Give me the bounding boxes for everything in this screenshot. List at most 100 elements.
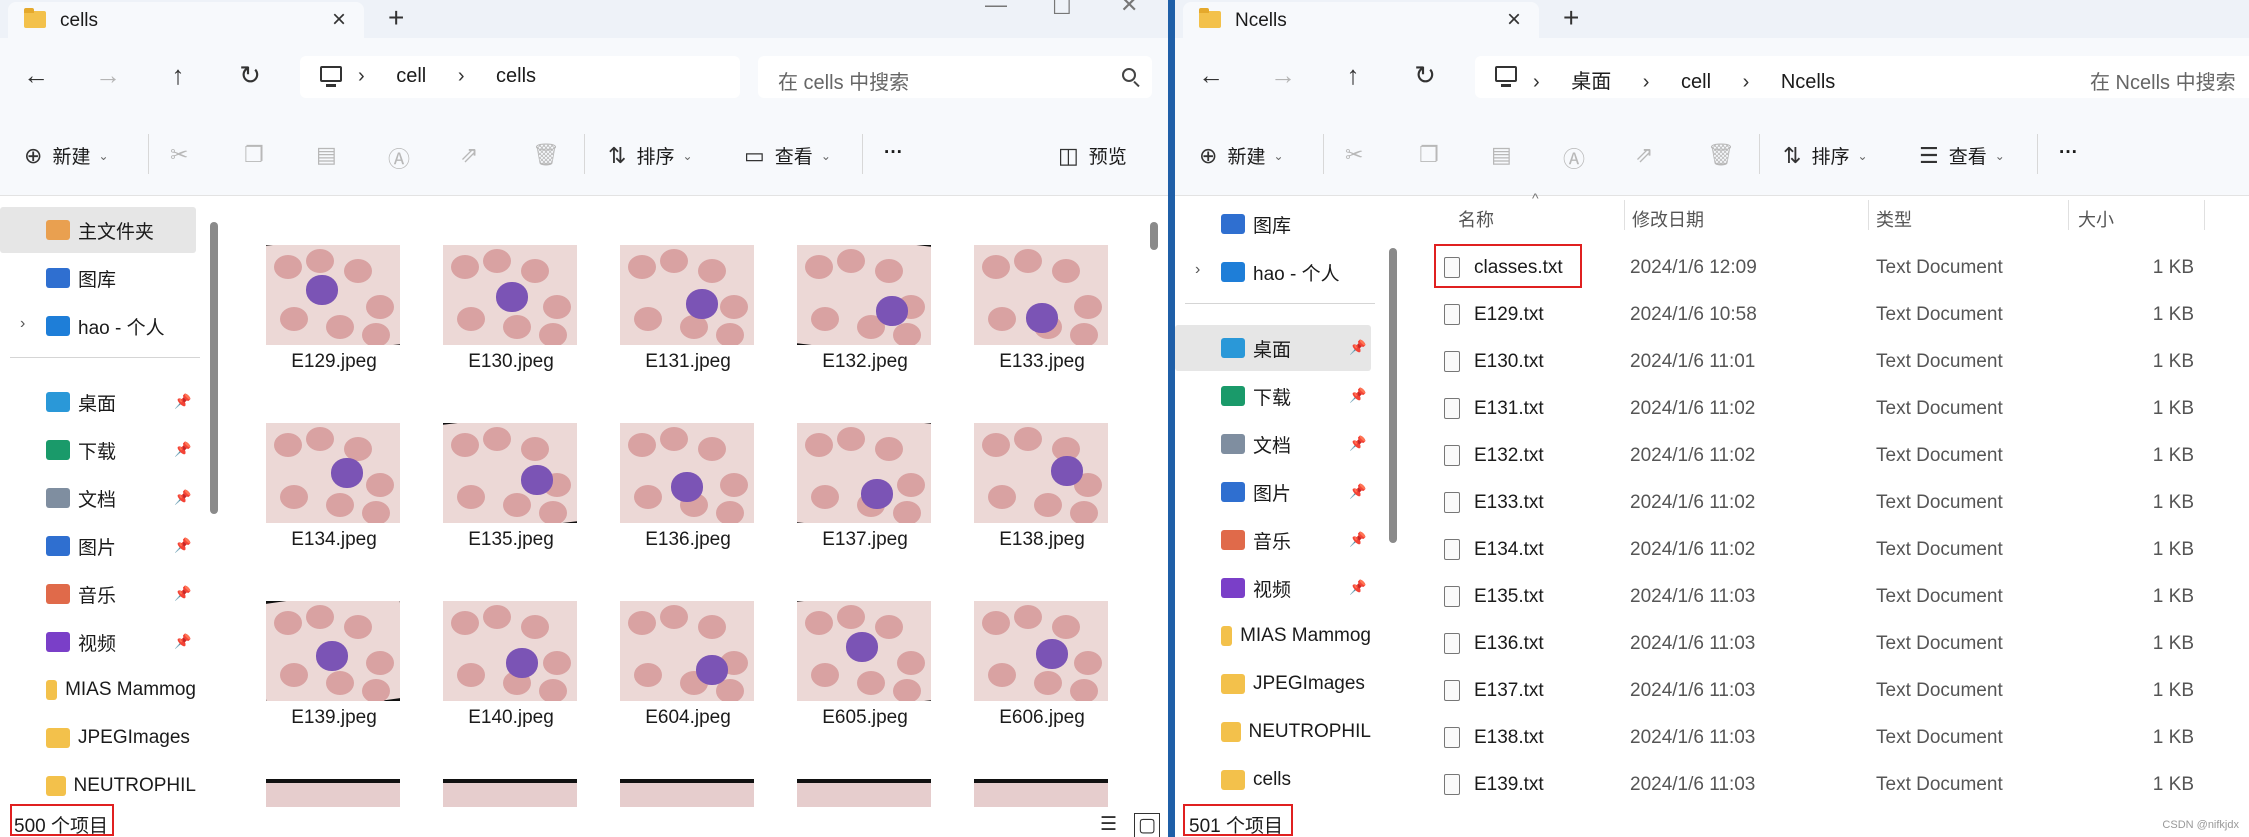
delete-button[interactable]: 🗑 <box>532 142 570 168</box>
sidebar-item[interactable]: 音乐 📌 <box>1175 517 1371 563</box>
file-row[interactable]: E130.txt 2024/1/6 11:01 Text Document 1 KB <box>1430 342 2210 382</box>
file-thumbnail[interactable]: E129.jpeg <box>246 225 412 385</box>
file-thumbnail[interactable]: E138.jpeg <box>954 403 1120 563</box>
file-row[interactable]: E136.txt 2024/1/6 11:03 Text Document 1 KB <box>1430 624 2210 664</box>
file-thumbnail-partial[interactable] <box>443 779 577 807</box>
more-options-button[interactable]: ··· <box>2059 142 2078 164</box>
file-row[interactable]: E137.txt 2024/1/6 11:03 Text Document 1 KB <box>1430 671 2210 711</box>
preview-button[interactable]: ◫ 预览 <box>1058 142 1127 169</box>
refresh-button[interactable]: ↻ <box>1407 60 1443 91</box>
file-thumbnail[interactable]: E139.jpeg <box>246 581 412 741</box>
close-tab-icon[interactable]: × <box>1507 6 1521 34</box>
breadcrumb-item[interactable]: 桌面 <box>1571 71 1611 93</box>
file-thumbnail[interactable]: E130.jpeg <box>423 225 589 385</box>
file-thumbnail[interactable]: E136.jpeg <box>600 403 766 563</box>
back-button[interactable]: ← <box>18 60 54 91</box>
sidebar-item[interactable]: 文档 📌 <box>1175 421 1371 467</box>
copy-button[interactable]: ❐ <box>244 142 274 168</box>
search-box[interactable]: 在 cells 中搜索 <box>758 56 1152 98</box>
sidebar-item[interactable]: › hao - 个人 <box>0 303 196 349</box>
column-header-name[interactable]: 名称 <box>1458 206 1494 232</box>
file-thumbnail[interactable]: E604.jpeg <box>600 581 766 741</box>
share-button[interactable]: ⇗ <box>1635 142 1663 168</box>
sidebar-item[interactable]: 图库 <box>0 255 196 301</box>
new-button[interactable]: ⊕ 新建 ⌄ <box>24 142 109 169</box>
file-row[interactable]: E139.txt 2024/1/6 11:03 Text Document 1 KB <box>1430 765 2210 805</box>
sidebar-item[interactable]: 主文件夹 <box>0 207 196 253</box>
copy-button[interactable]: ❐ <box>1419 142 1449 168</box>
sidebar-item[interactable]: › hao - 个人 <box>1175 249 1371 295</box>
column-header-date[interactable]: 修改日期 <box>1632 206 1704 232</box>
sort-button[interactable]: ⇅ 排序 ⌄ <box>608 142 693 169</box>
rename-button[interactable]: Ⓐ <box>388 142 420 174</box>
tab-ncells[interactable]: Ncells × <box>1183 2 1539 38</box>
cut-button[interactable]: ✂ <box>170 142 198 168</box>
minimize-icon[interactable]: — <box>985 0 1007 18</box>
file-thumbnail-partial[interactable] <box>974 779 1108 807</box>
sidebar-item[interactable]: NEUTROPHIL <box>0 763 196 807</box>
file-row[interactable]: E134.txt 2024/1/6 11:02 Text Document 1 KB <box>1430 530 2210 570</box>
sidebar-item[interactable]: 图片 📌 <box>1175 469 1371 515</box>
sidebar-item[interactable]: 下载 📌 <box>0 427 196 473</box>
sort-button[interactable]: ⇅ 排序 ⌄ <box>1783 142 1868 169</box>
file-row[interactable]: E129.txt 2024/1/6 10:58 Text Document 1 KB <box>1430 295 2210 335</box>
cut-button[interactable]: ✂ <box>1345 142 1373 168</box>
forward-button[interactable]: → <box>90 60 126 91</box>
refresh-button[interactable]: ↻ <box>232 60 268 91</box>
paste-button[interactable]: ▤ <box>1491 142 1522 168</box>
file-row[interactable]: E131.txt 2024/1/6 11:02 Text Document 1 KB <box>1430 389 2210 429</box>
sidebar-item[interactable]: MIAS Mammog <box>1175 613 1371 659</box>
file-thumbnail[interactable]: E137.jpeg <box>777 403 943 563</box>
sidebar-scrollbar[interactable] <box>1389 248 1397 543</box>
expand-chevron-icon[interactable]: › <box>1195 261 1200 279</box>
file-thumbnail[interactable]: E132.jpeg <box>777 225 943 385</box>
breadcrumb-item[interactable]: cells <box>496 65 536 87</box>
more-options-button[interactable]: ··· <box>884 142 903 164</box>
file-row[interactable]: E135.txt 2024/1/6 11:03 Text Document 1 KB <box>1430 577 2210 617</box>
sidebar-item[interactable]: JPEGImages <box>1175 661 1371 707</box>
breadcrumb-item[interactable]: Ncells <box>1781 71 1835 93</box>
column-header-size[interactable]: 大小 <box>2078 206 2114 232</box>
file-thumbnail[interactable]: E140.jpeg <box>423 581 589 741</box>
file-thumbnail[interactable]: E133.jpeg <box>954 225 1120 385</box>
file-thumbnail-partial[interactable] <box>620 779 754 807</box>
delete-button[interactable]: 🗑 <box>1707 142 1745 168</box>
close-window-icon[interactable]: ✕ <box>1120 0 1138 18</box>
file-row[interactable]: E132.txt 2024/1/6 11:02 Text Document 1 KB <box>1430 436 2210 476</box>
sidebar-item[interactable]: NEUTROPHIL <box>1175 709 1371 755</box>
sidebar-item[interactable]: MIAS Mammog <box>0 667 196 713</box>
sidebar-item[interactable]: 图片 📌 <box>0 523 196 569</box>
sidebar-item[interactable]: JPEGImages <box>0 715 196 761</box>
view-button[interactable]: ▭ 查看 ⌄ <box>744 142 831 169</box>
file-row[interactable]: classes.txt 2024/1/6 12:09 Text Document 1 … <box>1430 244 2210 288</box>
file-row[interactable]: E138.txt 2024/1/6 11:03 Text Document 1 KB <box>1430 718 2210 758</box>
breadcrumb-item[interactable]: cell <box>396 65 426 87</box>
sidebar-item[interactable]: 视频 📌 <box>1175 565 1371 611</box>
file-thumbnail[interactable]: E131.jpeg <box>600 225 766 385</box>
expand-chevron-icon[interactable]: › <box>20 315 25 333</box>
up-button[interactable]: ↑ <box>160 60 196 91</box>
back-button[interactable]: ← <box>1193 60 1229 91</box>
maximize-icon[interactable]: ☐ <box>1052 0 1072 20</box>
sidebar-item[interactable]: 图库 <box>1175 201 1371 247</box>
sidebar-item[interactable]: 音乐 📌 <box>0 571 196 617</box>
address-bar[interactable]: › cell › cells <box>300 56 740 98</box>
search-box[interactable]: 在 Ncells 中搜索 <box>2070 56 2249 98</box>
forward-button[interactable]: → <box>1265 60 1301 91</box>
sidebar-item[interactable]: 下载 📌 <box>1175 373 1371 419</box>
rename-button[interactable]: Ⓐ <box>1563 142 1595 174</box>
file-thumbnail[interactable]: E134.jpeg <box>246 403 412 563</box>
new-button[interactable]: ⊕ 新建 ⌄ <box>1199 142 1284 169</box>
view-button[interactable]: ☰ 查看 ⌄ <box>1919 142 2005 169</box>
column-header-type[interactable]: 类型 <box>1876 206 1912 232</box>
sidebar-item[interactable]: 桌面 📌 <box>0 379 196 425</box>
tab-cells[interactable]: cells × <box>8 2 364 38</box>
new-tab-button[interactable]: + <box>1563 2 1579 34</box>
new-tab-button[interactable]: + <box>388 2 404 34</box>
paste-button[interactable]: ▤ <box>316 142 347 168</box>
sidebar-item[interactable]: 桌面 📌 <box>1175 325 1371 371</box>
file-thumbnail[interactable]: E606.jpeg <box>954 581 1120 741</box>
tiles-view-icon[interactable]: ▢ <box>1134 813 1160 837</box>
sidebar-scrollbar[interactable] <box>210 222 218 514</box>
file-thumbnail[interactable]: E135.jpeg <box>423 403 589 563</box>
